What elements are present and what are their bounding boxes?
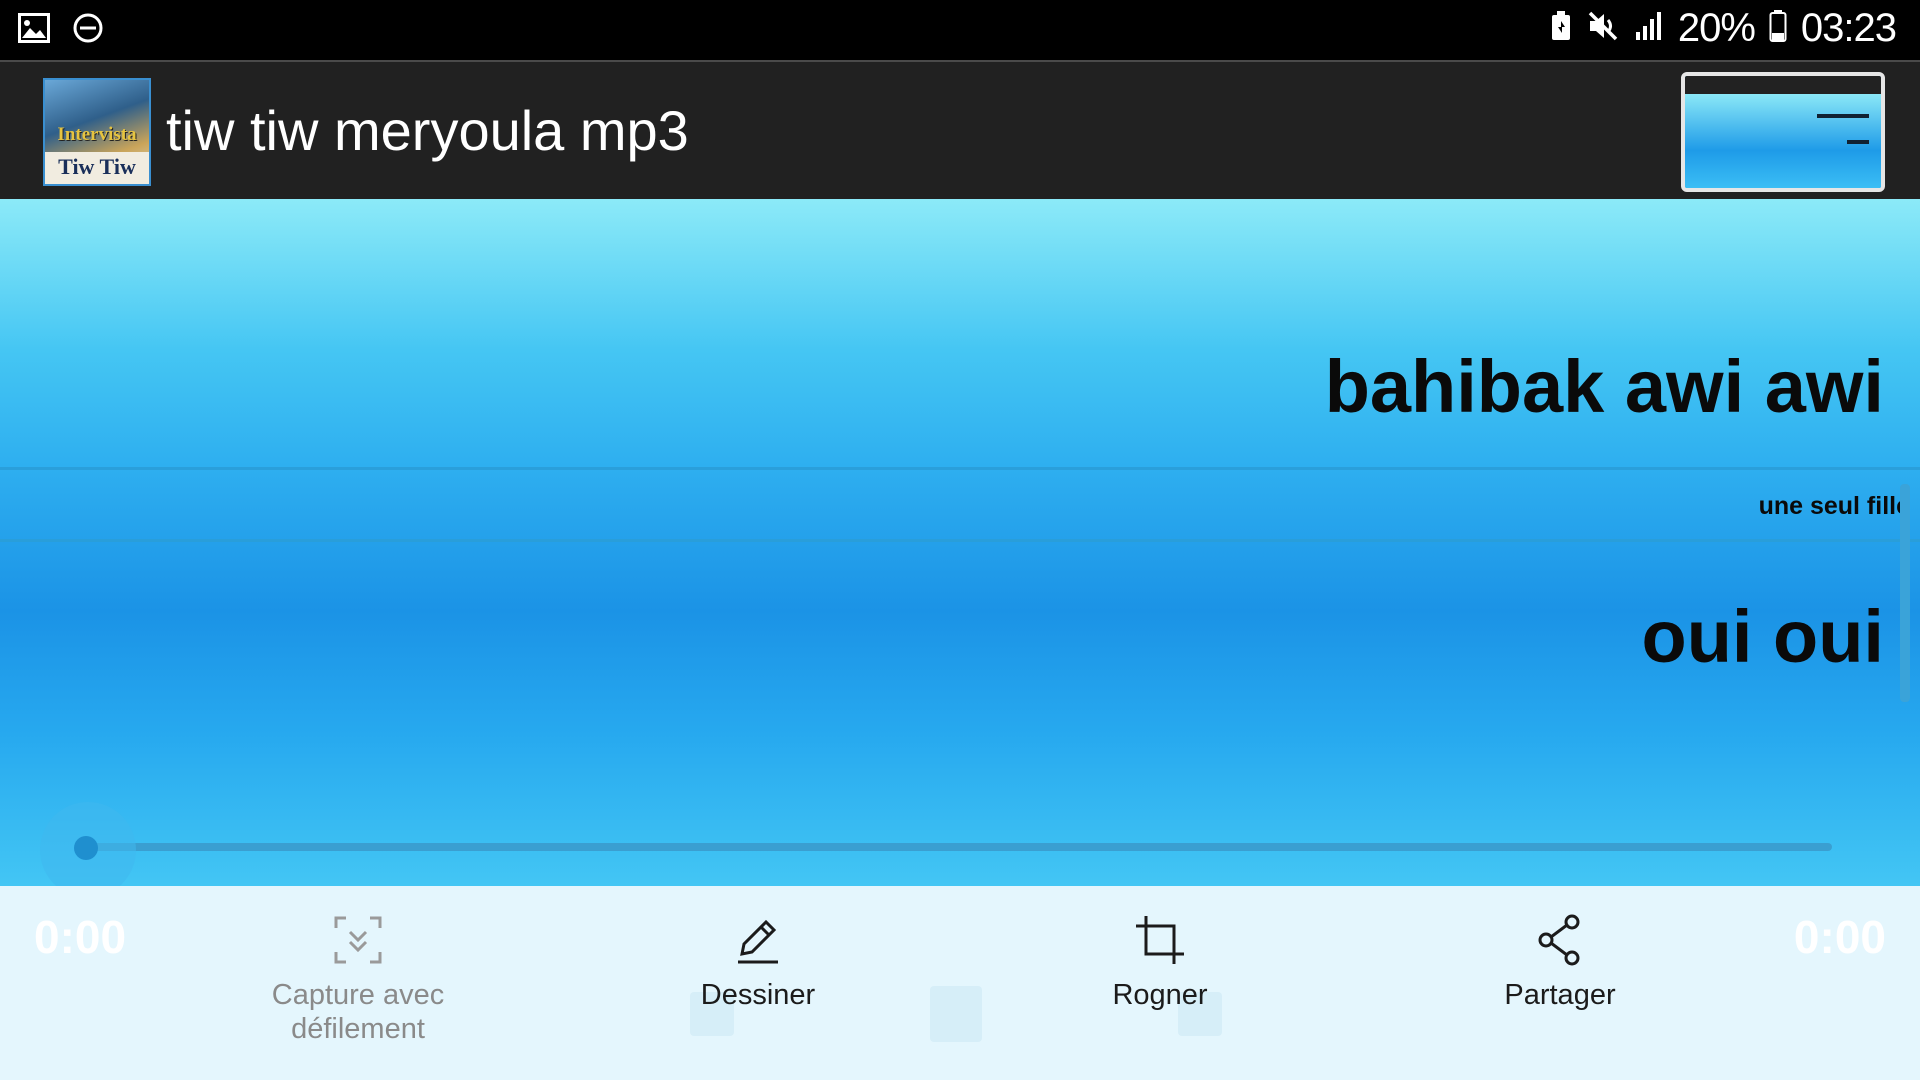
scroll-capture-label-2: défilement xyxy=(291,1013,425,1045)
draw-label: Dessiner xyxy=(700,979,816,1011)
battery-icon xyxy=(1769,9,1787,48)
lyric-line-previous: bahibak awi awi xyxy=(1324,345,1884,428)
scroll-capture-icon xyxy=(328,910,388,970)
battery-percent: 20% xyxy=(1677,6,1756,50)
crop-button[interactable]: Rogner xyxy=(1060,910,1260,1012)
total-time: 0:00 xyxy=(1793,911,1886,963)
pencil-icon xyxy=(728,910,788,970)
crop-icon xyxy=(1130,910,1190,970)
lyrics-scrollbar[interactable] xyxy=(1900,484,1910,702)
crop-label: Rogner xyxy=(1112,979,1208,1011)
signal-icon xyxy=(1634,10,1664,47)
scroll-capture-label-1: Capture avec xyxy=(271,979,445,1011)
share-button[interactable]: Partager xyxy=(1460,910,1660,1012)
gallery-icon xyxy=(18,13,50,48)
clock: 03:23 xyxy=(1800,6,1897,50)
draw-button[interactable]: Dessiner xyxy=(658,910,858,1012)
current-line-divider-top xyxy=(0,467,1920,470)
seek-bar[interactable] xyxy=(88,843,1832,851)
lyrics-panel: bahibak awi awi une seul fille oui oui xyxy=(0,199,1920,898)
share-icon xyxy=(1530,910,1590,970)
battery-saver-icon xyxy=(1550,10,1572,47)
app-logo-label-top: Intervista xyxy=(57,124,137,145)
app-logo: Intervista Tiw Tiw xyxy=(43,78,151,186)
elapsed-time: 0:00 xyxy=(34,911,127,963)
seek-knob[interactable] xyxy=(74,836,98,860)
screenshot-toolbar: 0:00 0:00 Capture avec défilement Dessin… xyxy=(0,886,1920,1080)
app-title: tiw tiw meryoula mp3 xyxy=(166,99,689,162)
status-bar: 20% 03:23 xyxy=(0,0,1920,62)
app-bar: Intervista Tiw Tiw tiw tiw meryoula mp3 xyxy=(0,62,1920,199)
app-logo-label-bottom: Tiw Tiw xyxy=(58,154,136,179)
screenshot-preview-thumbnail[interactable] xyxy=(1681,72,1885,192)
lyric-line-next: oui oui xyxy=(1641,595,1885,678)
mute-icon xyxy=(1586,10,1620,47)
current-line-divider-bottom xyxy=(0,539,1920,542)
dnd-icon xyxy=(72,12,104,49)
share-label: Partager xyxy=(1504,979,1616,1011)
play-icon[interactable] xyxy=(930,986,982,1042)
lyric-line-current: une seul fille xyxy=(1758,492,1910,520)
scroll-capture-button[interactable]: Capture avec défilement xyxy=(258,910,458,1046)
